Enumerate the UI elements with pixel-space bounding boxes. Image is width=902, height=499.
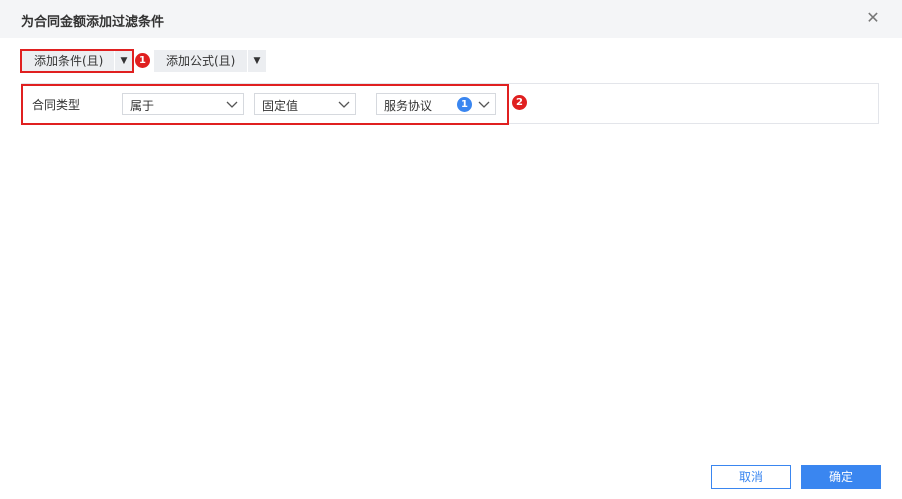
- cancel-button[interactable]: 取消: [711, 465, 791, 489]
- marker-badge-2: 2: [512, 95, 527, 110]
- marker-badge-1: 1: [135, 53, 150, 68]
- highlight-box-1: [20, 49, 134, 73]
- highlight-box-2: [21, 84, 509, 125]
- dialog-header: 为合同金额添加过滤条件 ✕: [0, 0, 902, 38]
- add-formula-label: 添加公式(且): [166, 54, 236, 68]
- add-formula-button[interactable]: 添加公式(且) ▼: [154, 50, 266, 72]
- dialog-title: 为合同金额添加过滤条件: [21, 15, 165, 30]
- ok-button[interactable]: 确定: [801, 465, 881, 489]
- caret-down-icon[interactable]: ▼: [248, 50, 266, 72]
- close-icon[interactable]: ✕: [864, 9, 882, 27]
